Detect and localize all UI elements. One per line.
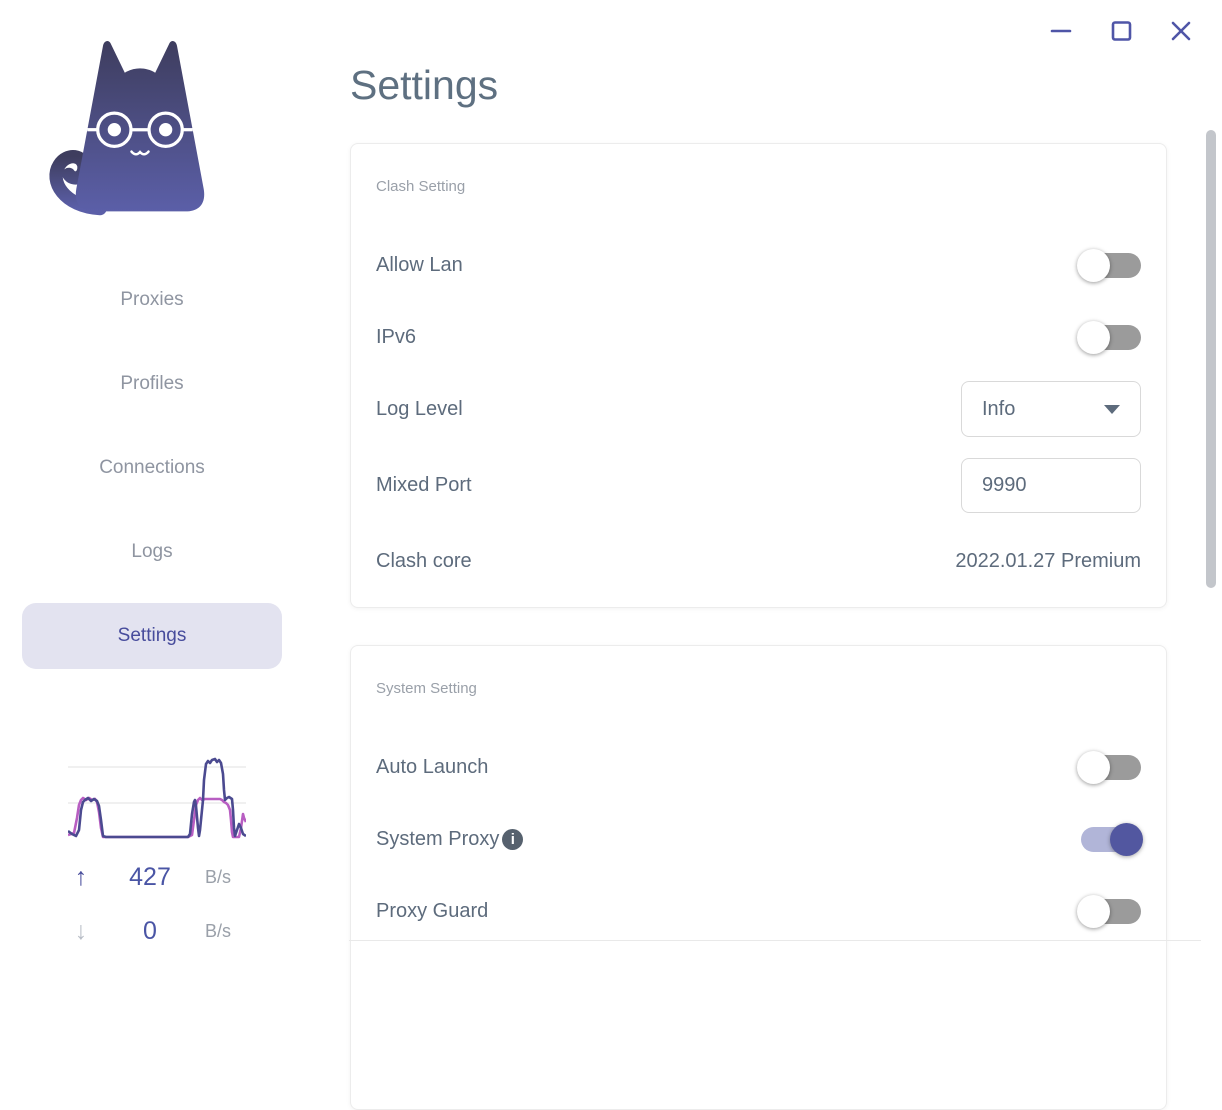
- upload-speed-value: 427: [129, 862, 171, 891]
- close-icon: [1171, 21, 1191, 41]
- clash-core-value: 2022.01.27 Premium: [955, 549, 1141, 572]
- clash-core-row: Clash core 2022.01.27 Premium: [376, 525, 1141, 597]
- allow-lan-row: Allow Lan: [376, 229, 1141, 301]
- close-button[interactable]: [1169, 19, 1193, 43]
- setting-label: Log Level: [376, 397, 463, 420]
- maximize-icon: [1111, 21, 1132, 41]
- setting-label: IPv6: [376, 325, 417, 348]
- traffic-widget: ↑ 427 B/s ↓ 0 B/s: [55, 750, 250, 948]
- toggle-knob: [1077, 248, 1110, 282]
- content-bottom-divider: [349, 940, 1201, 941]
- toggle-knob: [1077, 320, 1110, 354]
- ipv6-row: IPv6: [376, 301, 1141, 373]
- sidebar-item-connections[interactable]: Connections: [22, 435, 282, 501]
- download-speed-unit: B/s: [204, 920, 231, 941]
- system-proxy-toggle[interactable]: [1081, 822, 1143, 856]
- download-line: [68, 796, 246, 839]
- setting-label: Allow Lan: [376, 253, 463, 276]
- sidebar-item-profiles[interactable]: Profiles: [22, 351, 282, 417]
- window-controls: [1049, 19, 1205, 43]
- allow-lan-toggle[interactable]: [1077, 248, 1141, 282]
- upload-speed-unit: B/s: [204, 866, 231, 887]
- card-caption: Clash Setting: [376, 178, 466, 195]
- scrollbar-thumb[interactable]: [1206, 130, 1216, 588]
- setting-label: Mixed Port: [376, 473, 472, 496]
- log-level-row: Log Level Info: [376, 373, 1141, 445]
- toggle-knob: [1110, 822, 1143, 856]
- setting-label: Auto Launch: [376, 755, 489, 778]
- toggle-knob: [1077, 750, 1110, 784]
- arrow-up-icon: ↑: [74, 862, 88, 891]
- sidebar-item-proxies[interactable]: Proxies: [22, 267, 282, 333]
- download-speed-row: ↓ 0 B/s: [55, 914, 250, 948]
- auto-launch-toggle[interactable]: [1077, 750, 1141, 784]
- system-proxy-row: System Proxy: [376, 803, 1143, 875]
- proxy-guard-toggle[interactable]: [1077, 894, 1141, 928]
- auto-launch-row: Auto Launch: [376, 731, 1141, 803]
- maximize-button[interactable]: [1109, 19, 1133, 43]
- system-proxy-label-group: System Proxy: [376, 827, 524, 851]
- setting-label: Proxy Guard: [376, 899, 489, 922]
- traffic-graph: [68, 757, 246, 839]
- setting-label: Clash core: [376, 549, 472, 572]
- minimize-icon: [1050, 29, 1072, 33]
- log-level-select[interactable]: Info: [961, 381, 1141, 437]
- card-caption: System Setting: [376, 680, 477, 697]
- sidebar-item-logs[interactable]: Logs: [22, 519, 282, 585]
- upload-speed-row: ↑ 427 B/s: [55, 860, 250, 894]
- clash-cat-logo-icon: [49, 40, 205, 216]
- sidebar-nav: Proxies Profiles Connections Logs Settin…: [22, 267, 282, 669]
- page-title: Settings: [350, 62, 499, 108]
- clash-setting-card: Clash Setting Allow Lan IPv6 Log Level I…: [350, 143, 1167, 608]
- log-level-selected-value: Info: [982, 397, 1016, 420]
- toggle-knob: [1077, 894, 1110, 928]
- setting-label: System Proxy: [376, 827, 500, 850]
- mixed-port-row: Mixed Port: [376, 449, 1141, 521]
- chevron-down-icon: [1104, 404, 1120, 414]
- sidebar-item-settings[interactable]: Settings: [22, 603, 282, 669]
- minimize-button[interactable]: [1049, 19, 1073, 43]
- sidebar: Proxies Profiles Connections Logs Settin…: [0, 0, 300, 956]
- proxy-guard-row: Proxy Guard: [376, 875, 1141, 947]
- info-icon[interactable]: [502, 828, 524, 850]
- ipv6-toggle[interactable]: [1077, 320, 1141, 354]
- download-speed-value: 0: [143, 916, 157, 945]
- arrow-down-icon: ↓: [74, 916, 88, 945]
- system-setting-card: System Setting Auto Launch System Proxy …: [350, 645, 1167, 1110]
- mixed-port-input[interactable]: [961, 457, 1141, 513]
